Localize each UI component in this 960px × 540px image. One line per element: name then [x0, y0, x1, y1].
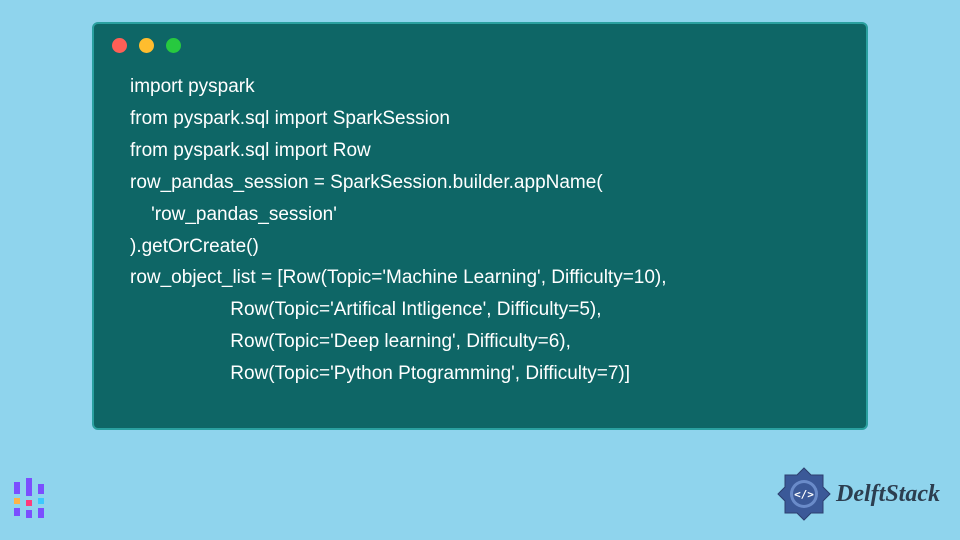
code-content: import pyspark from pyspark.sql import S…: [94, 57, 866, 408]
window-close-dot: [112, 38, 127, 53]
delftstack-icon: </>: [774, 464, 834, 524]
svg-text:</>: </>: [794, 488, 814, 501]
brand-text: DelftStack: [836, 481, 940, 508]
window-maximize-dot: [166, 38, 181, 53]
left-logo-icon: [8, 476, 52, 520]
window-minimize-dot: [139, 38, 154, 53]
window-controls: [94, 24, 866, 57]
right-logo: </> DelftStack: [774, 464, 940, 524]
code-window: import pyspark from pyspark.sql import S…: [92, 22, 868, 430]
